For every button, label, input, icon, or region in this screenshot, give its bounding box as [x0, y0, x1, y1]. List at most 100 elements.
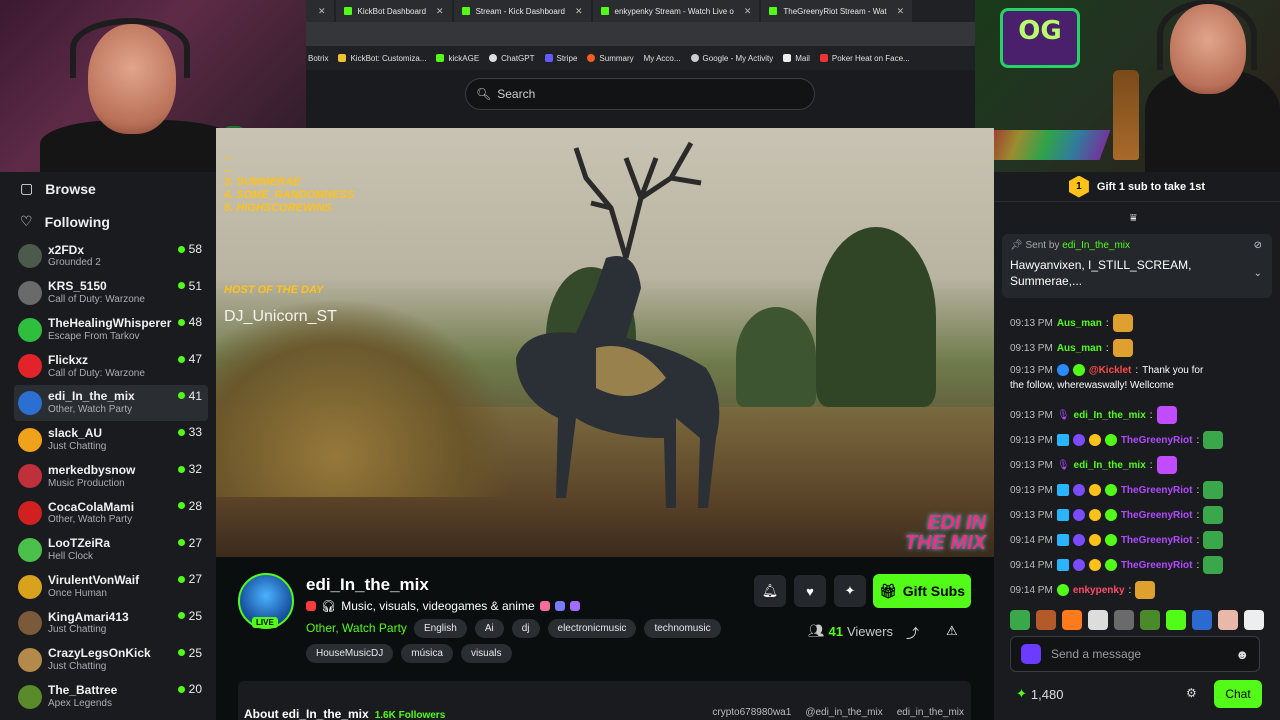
- webcam-right: OG: [975, 0, 1280, 172]
- chat-username[interactable]: Aus_man: [1057, 318, 1102, 329]
- bookmark[interactable]: Poker Heat on Face...: [819, 54, 910, 63]
- gear-icon[interactable]: ⚙: [1186, 686, 1197, 700]
- emote[interactable]: [1088, 610, 1108, 630]
- warning-icon[interactable]: ⚠: [946, 623, 958, 639]
- tab-kickbot[interactable]: KickBot Dashboard ✕: [335, 0, 452, 22]
- chat-send-button[interactable]: Chat: [1214, 680, 1262, 708]
- emote[interactable]: [1114, 610, 1134, 630]
- tab-enkypenky[interactable]: enkypenky Stream - Watch Live o ✕: [592, 0, 760, 22]
- close-icon[interactable]: ✕: [897, 6, 905, 17]
- bookmark[interactable]: Google - My Activity: [690, 54, 773, 63]
- channel-points[interactable]: ✦ 1,480: [1016, 686, 1063, 702]
- sparkle-button[interactable]: ✦: [834, 575, 866, 607]
- sidebar-channel-item[interactable]: Flickxz Call of Duty: Warzone 47: [14, 348, 208, 385]
- social-link[interactable]: edi_in_the_mix: [897, 707, 964, 718]
- close-icon[interactable]: ✕: [318, 6, 326, 17]
- sidebar-channel-item[interactable]: KingAmari413 Just Chatting 25: [14, 605, 208, 642]
- search-input[interactable]: 🔍︎ Search: [465, 78, 815, 110]
- tag[interactable]: electronicmusic: [547, 619, 637, 638]
- chat-username[interactable]: Aus_man: [1057, 343, 1102, 354]
- emote[interactable]: [1166, 610, 1186, 630]
- hide-pin-icon[interactable]: ⊘: [1254, 240, 1262, 251]
- microphone-icon: 🎙︎: [1056, 459, 1070, 471]
- tag[interactable]: visuals: [460, 644, 512, 663]
- emote[interactable]: [1062, 610, 1082, 630]
- message-timestamp: 09:13 PM: [1010, 484, 1053, 496]
- close-icon[interactable]: ✕: [436, 6, 444, 17]
- chat-username[interactable]: enkypenky: [1073, 585, 1125, 596]
- notification-button[interactable]: 🔔︎: [754, 575, 786, 607]
- live-badge: LIVE: [252, 617, 278, 628]
- bookmark[interactable]: Summary: [587, 54, 634, 63]
- live-dot-icon: [177, 465, 185, 473]
- og-badge-icon: [1056, 559, 1069, 571]
- video-player[interactable]: ... ... 3. SUMMERAE 4. SOME_RANDOMNESS 5…: [216, 128, 994, 557]
- sidebar-channel-item[interactable]: slack_AU Just Chatting 33: [14, 421, 208, 458]
- streamer-name[interactable]: edi_In_the_mix: [306, 575, 429, 595]
- chat-username[interactable]: edi_In_the_mix: [1074, 460, 1146, 471]
- follow-button[interactable]: ♥: [794, 575, 826, 607]
- tag[interactable]: technomusic: [644, 619, 721, 638]
- social-link[interactable]: @edi_in_the_mix: [805, 707, 882, 718]
- emote[interactable]: [1192, 610, 1212, 630]
- gift-subs-button[interactable]: 🎁︎ Gift Subs: [873, 574, 971, 608]
- live-viewer-count: 32: [177, 462, 202, 476]
- chat-username[interactable]: @Kicklet: [1089, 365, 1132, 376]
- channel-category: Apex Legends: [48, 697, 112, 709]
- stream-category[interactable]: Other, Watch Party: [306, 621, 407, 635]
- emote[interactable]: [1140, 610, 1160, 630]
- emoji-icon: [539, 601, 550, 611]
- share-icon[interactable]: ⤴: [906, 623, 919, 642]
- chat-username[interactable]: TheGreenyRiot: [1121, 510, 1193, 521]
- bookmark[interactable]: kickAGE: [436, 54, 479, 63]
- emote[interactable]: [1036, 610, 1056, 630]
- message-timestamp: 09:13 PM: [1010, 409, 1053, 421]
- sidebar-channel-item[interactable]: The_Battree Apex Legends 20: [14, 678, 208, 715]
- filter-icon[interactable]: ⩸: [1130, 212, 1137, 225]
- tag[interactable]: English: [414, 619, 467, 638]
- sidebar-channel-item[interactable]: TheHealingWhisperer Escape From Tarkov 48: [14, 311, 208, 348]
- bookmark[interactable]: My Acco...: [644, 54, 681, 63]
- chat-username[interactable]: TheGreenyRiot: [1121, 560, 1193, 571]
- address-bar[interactable]: [306, 22, 975, 46]
- chat-message-input[interactable]: Send a message ☻: [1010, 636, 1260, 672]
- sidebar-channel-item[interactable]: VirulentVonWaif Once Human 27: [14, 568, 208, 605]
- sidebar-channel-item[interactable]: KRS_5150 Call of Duty: Warzone 51: [14, 275, 208, 312]
- bookmark[interactable]: Mail: [783, 54, 810, 63]
- close-icon[interactable]: ✕: [575, 6, 583, 17]
- emote: [1203, 531, 1224, 549]
- gift-leaderboard-banner[interactable]: 1 Gift 1 sub to take 1st: [994, 172, 1280, 202]
- sidebar-channel-item[interactable]: CrazyLegsOnKick Just Chatting 25: [14, 642, 208, 679]
- sidebar-browse[interactable]: ▢ Browse: [0, 172, 216, 205]
- chat-username[interactable]: TheGreenyRiot: [1121, 435, 1193, 446]
- tag[interactable]: dj: [511, 619, 540, 638]
- emoji-picker-icon[interactable]: ☻: [1235, 647, 1249, 662]
- bookmark[interactable]: KickBot: Customiza...: [338, 54, 426, 63]
- tag[interactable]: música: [401, 644, 453, 663]
- close-icon[interactable]: ✕: [744, 6, 752, 17]
- emote[interactable]: [1010, 610, 1030, 630]
- tab-stream-dashboard[interactable]: Stream - Kick Dashboard ✕: [453, 0, 591, 22]
- bookmark[interactable]: Botrix: [308, 54, 328, 63]
- sidebar-channel-item[interactable]: x2FDx Grounded 2 58: [14, 238, 208, 275]
- tab-close-first[interactable]: ✕: [306, 0, 334, 22]
- sidebar-channel-item[interactable]: CocaColaMami Other, Watch Party 28: [14, 495, 208, 532]
- sidebar-channel-item[interactable]: edi_In_the_mix Other, Watch Party 41: [14, 384, 208, 422]
- sidebar-channel-item[interactable]: merkedbysnow Music Production 32: [14, 458, 208, 495]
- tag[interactable]: HouseMusicDJ: [306, 644, 394, 663]
- sidebar-channel-item[interactable]: LooTZeiRa Hell Clock 27: [14, 532, 208, 569]
- social-link[interactable]: crypto678980wa1: [712, 707, 791, 718]
- chat-username[interactable]: edi_In_the_mix: [1074, 410, 1146, 421]
- chat-identity-icon[interactable]: [1021, 644, 1041, 664]
- emote[interactable]: [1244, 610, 1264, 630]
- sidebar-following[interactable]: ♡ Following: [0, 205, 216, 238]
- bookmark[interactable]: ChatGPT: [489, 54, 535, 63]
- bookmarks-bar: Botrix KickBot: Customiza... kickAGE Cha…: [306, 46, 975, 70]
- chevron-down-icon[interactable]: ⌄: [1254, 268, 1262, 279]
- chat-username[interactable]: TheGreenyRiot: [1121, 485, 1193, 496]
- tag[interactable]: Ai: [474, 619, 504, 638]
- emote[interactable]: [1218, 610, 1238, 630]
- bookmark[interactable]: Stripe: [544, 54, 577, 63]
- chat-username[interactable]: TheGreenyRiot: [1121, 535, 1193, 546]
- tab-thegreenyriot[interactable]: TheGreenyRiot Stream - Wat ✕: [761, 0, 913, 22]
